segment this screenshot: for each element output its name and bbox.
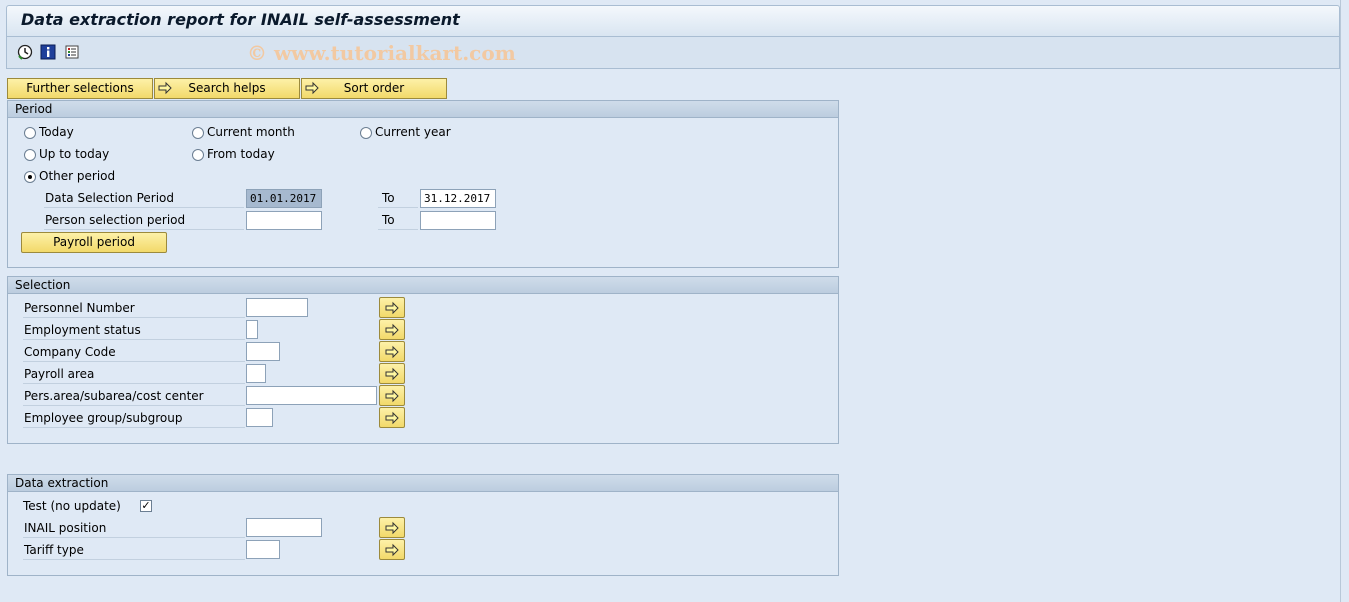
payroll-period-button[interactable]: Payroll period	[21, 232, 167, 253]
info-icon[interactable]	[40, 44, 56, 60]
selection-group-header: Selection	[8, 277, 838, 294]
period-group: Period Today Current month Current year …	[7, 100, 839, 268]
radio-current-month-label: Current month	[207, 125, 295, 139]
payroll-area-multiple-button[interactable]	[379, 363, 405, 384]
person-selection-period-label: Person selection period	[45, 213, 186, 227]
company-code-field[interactable]	[246, 342, 280, 361]
label-underline	[23, 383, 245, 384]
to-label: To	[382, 213, 395, 227]
arrow-right-icon	[385, 521, 399, 535]
data-extraction-group-header: Data extraction	[8, 475, 838, 492]
label-underline	[23, 537, 245, 538]
radio-current-year-label: Current year	[375, 125, 451, 139]
title-bar: Data extraction report for INAIL self-as…	[6, 5, 1340, 37]
pers-area-multiple-button[interactable]	[379, 385, 405, 406]
company-code-label: Company Code	[24, 345, 116, 359]
arrow-right-icon	[385, 345, 399, 359]
arrow-right-icon	[385, 323, 399, 337]
data-selection-period-label: Data Selection Period	[45, 191, 174, 205]
label-underline	[23, 559, 245, 560]
inail-position-field[interactable]	[246, 518, 322, 537]
person-selection-to-field[interactable]	[420, 211, 496, 230]
radio-current-year[interactable]	[360, 127, 372, 139]
variant-icon[interactable]	[64, 44, 80, 60]
label-underline	[23, 405, 245, 406]
tariff-type-label: Tariff type	[24, 543, 84, 557]
person-selection-from-field[interactable]	[246, 211, 322, 230]
label-underline	[378, 207, 418, 208]
label-underline	[23, 339, 245, 340]
personnel-number-label: Personnel Number	[24, 301, 135, 315]
radio-up-to-today-label: Up to today	[39, 147, 110, 161]
inail-position-label: INAIL position	[24, 521, 107, 535]
period-group-header: Period	[8, 101, 838, 118]
radio-up-to-today[interactable]	[24, 149, 36, 161]
data-extraction-group: Data extraction Test (no update) ✓ INAIL…	[7, 474, 839, 576]
test-no-update-label: Test (no update)	[23, 499, 121, 513]
radio-other-period[interactable]	[24, 171, 36, 183]
employment-status-label: Employment status	[24, 323, 141, 337]
arrow-right-icon	[305, 81, 319, 95]
radio-from-today[interactable]	[192, 149, 204, 161]
payroll-period-label: Payroll period	[53, 235, 135, 249]
radio-from-today-label: From today	[207, 147, 275, 161]
label-underline	[44, 207, 244, 208]
payroll-area-label: Payroll area	[24, 367, 95, 381]
company-code-multiple-button[interactable]	[379, 341, 405, 362]
arrow-right-icon	[385, 411, 399, 425]
arrow-right-icon	[158, 81, 172, 95]
arrow-right-icon	[385, 543, 399, 557]
personnel-number-field[interactable]	[246, 298, 308, 317]
label-underline	[23, 317, 245, 318]
label-underline	[44, 229, 244, 230]
sort-order-button[interactable]: Sort order	[301, 78, 447, 99]
employee-group-multiple-button[interactable]	[379, 407, 405, 428]
radio-today[interactable]	[24, 127, 36, 139]
inail-position-multiple-button[interactable]	[379, 517, 405, 538]
label-underline	[378, 229, 418, 230]
search-helps-button[interactable]: Search helps	[154, 78, 300, 99]
tariff-type-multiple-button[interactable]	[379, 539, 405, 560]
data-selection-from-field[interactable]: 01.01.2017	[246, 189, 322, 208]
label-underline	[23, 361, 245, 362]
arrow-right-icon	[385, 367, 399, 381]
search-helps-label: Search helps	[188, 81, 266, 95]
further-selections-button[interactable]: Further selections	[7, 78, 153, 99]
employee-group-label: Employee group/subgroup	[24, 411, 183, 425]
page-title: Data extraction report for INAIL self-as…	[21, 10, 460, 29]
label-underline	[23, 427, 245, 428]
employee-group-field[interactable]	[246, 408, 273, 427]
personnel-number-multiple-button[interactable]	[379, 297, 405, 318]
arrow-right-icon	[385, 301, 399, 315]
radio-other-period-label: Other period	[39, 169, 116, 183]
employment-status-field[interactable]	[246, 320, 258, 339]
sort-order-label: Sort order	[343, 81, 405, 95]
watermark: © www.tutorialkart.com	[247, 41, 516, 65]
employment-status-multiple-button[interactable]	[379, 319, 405, 340]
payroll-area-field[interactable]	[246, 364, 266, 383]
arrow-right-icon	[385, 389, 399, 403]
tariff-type-field[interactable]	[246, 540, 280, 559]
main-window: Data extraction report for INAIL self-as…	[0, 0, 1341, 602]
radio-current-month[interactable]	[192, 127, 204, 139]
test-no-update-checkbox[interactable]: ✓	[140, 500, 152, 512]
selection-group: Selection Personnel Number Employment st…	[7, 276, 839, 444]
pers-area-label: Pers.area/subarea/cost center	[24, 389, 204, 403]
pers-area-field[interactable]	[246, 386, 377, 405]
application-toolbar: © www.tutorialkart.com	[6, 37, 1340, 69]
to-label: To	[382, 191, 395, 205]
execute-icon[interactable]	[17, 44, 33, 60]
further-selections-label: Further selections	[26, 81, 134, 95]
data-selection-to-field[interactable]: 31.12.2017	[420, 189, 496, 208]
radio-today-label: Today	[39, 125, 74, 139]
